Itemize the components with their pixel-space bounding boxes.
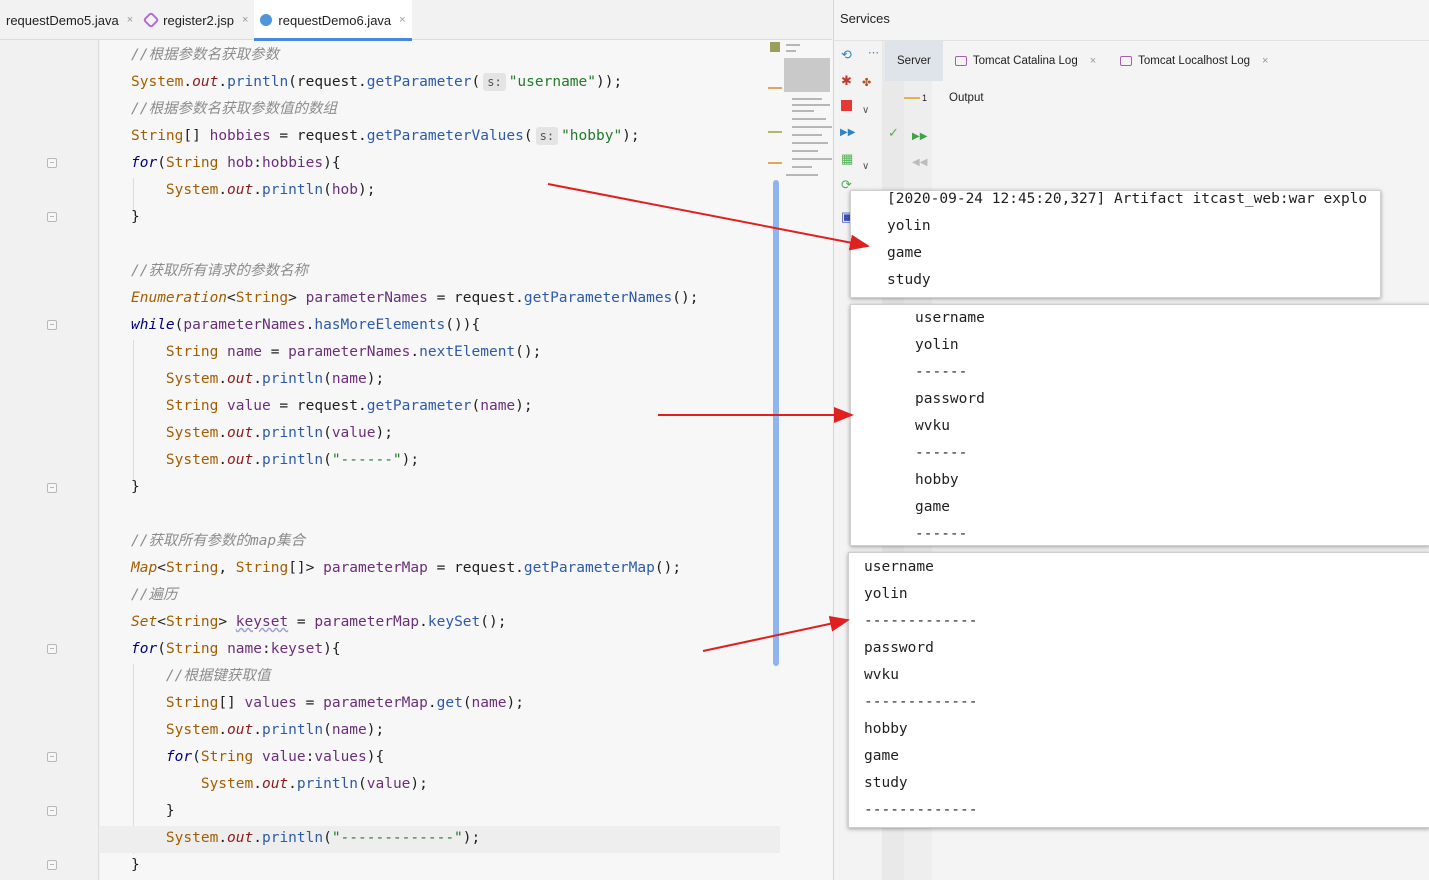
editor-scrollbar[interactable] <box>773 180 779 666</box>
console-line: game <box>915 499 950 515</box>
comment: //获取所有请求的参数名称 <box>131 263 308 279</box>
console-log-icon <box>1120 56 1133 66</box>
fold-icon[interactable] <box>47 860 57 870</box>
console-line: yolin <box>887 218 931 234</box>
output-count: 1 <box>922 93 928 103</box>
console-output-panel[interactable]: username yolin ------------- password wvku --… <box>848 552 1429 828</box>
console-line: wvku <box>915 418 950 434</box>
close-icon[interactable]: × <box>1090 55 1096 67</box>
console-output-panel[interactable]: [2020-09-24 12:45:20,327] Artifact itcas… <box>850 190 1381 298</box>
console-line: hobby <box>864 721 908 737</box>
console-line: game <box>887 245 922 261</box>
console-line: password <box>864 640 934 656</box>
console-output-panel[interactable]: username yolin ------ password wvku ------ hob… <box>850 304 1429 546</box>
comment: //遍历 <box>131 587 178 603</box>
editor-tabbar: requestDemo5.java × register2.jsp × requ… <box>0 0 832 41</box>
error-stripe-mark[interactable] <box>768 131 782 133</box>
tab-label: requestDemo6.java <box>278 12 392 28</box>
comment: //获取所有参数的 <box>131 533 250 549</box>
console-line: ------ <box>915 445 968 461</box>
code-minimap[interactable] <box>784 42 832 182</box>
fold-icon[interactable] <box>47 212 57 222</box>
code-editor: requestDemo5.java × register2.jsp × requ… <box>0 0 832 880</box>
group-icon[interactable]: ▦ <box>841 152 853 166</box>
java-class-icon <box>260 14 273 26</box>
console-line: ------ <box>915 526 968 542</box>
indent-guide <box>98 40 99 880</box>
output-marker <box>904 97 920 99</box>
inspection-marker[interactable] <box>770 42 780 52</box>
step-back-icon[interactable]: ◀◀ <box>912 156 927 170</box>
string-literal: "-------------" <box>331 830 463 846</box>
fold-icon[interactable] <box>47 806 57 816</box>
error-stripe-mark[interactable] <box>768 87 782 89</box>
tab-label: Tomcat Catalina Log <box>972 55 1078 67</box>
fold-icon[interactable] <box>47 158 57 168</box>
services-title: Services <box>840 11 890 26</box>
string-literal: "------" <box>331 452 402 468</box>
refresh-icon[interactable]: ⟲ <box>841 48 852 62</box>
tab-label: Server <box>897 55 931 67</box>
comment: //根据键获取值 <box>165 668 271 684</box>
comment: 集合 <box>276 533 306 549</box>
console-log-icon <box>954 56 967 66</box>
tab-register2[interactable]: register2.jsp × <box>139 0 254 40</box>
console-line: [2020-09-24 12:45:20,327] Artifact itcas… <box>887 191 1368 207</box>
console-line: yolin <box>915 337 959 353</box>
param-hint: s: <box>535 127 559 145</box>
param-hint: s: <box>483 73 506 91</box>
tab-server[interactable]: Server <box>885 41 943 81</box>
console-line: ------ <box>915 364 968 380</box>
comment: map <box>249 533 277 549</box>
jsp-file-icon <box>142 11 160 29</box>
debug-icon[interactable]: ✱ <box>841 74 852 88</box>
ide-window: requestDemo5.java × register2.jsp × requ… <box>0 0 1429 880</box>
console-line: ------------- <box>864 802 978 818</box>
close-icon[interactable]: × <box>127 14 133 26</box>
close-icon[interactable]: × <box>399 14 405 26</box>
console-line: game <box>864 748 899 764</box>
string-literal: "hobby" <box>561 128 623 144</box>
fold-icon[interactable] <box>47 320 57 330</box>
console-line: yolin <box>864 586 908 602</box>
output-label: Output <box>949 92 984 104</box>
console-line: username <box>915 310 985 326</box>
string-literal: "username" <box>508 74 597 90</box>
console-line: hobby <box>915 472 959 488</box>
services-tab-strip: Server Tomcat Catalina Log × Tomcat Loca… <box>885 41 1280 81</box>
tab-requestdemo6[interactable]: requestDemo6.java × <box>254 0 412 41</box>
console-line: study <box>887 272 931 288</box>
chevron-down-icon[interactable]: ∨ <box>862 160 869 174</box>
console-line: ------------- <box>864 613 978 629</box>
console-line: study <box>864 775 908 791</box>
tab-tomcat-catalina-log[interactable]: Tomcat Catalina Log × <box>943 41 1108 81</box>
rerun-icon[interactable]: ▶▶ <box>912 130 927 144</box>
line-gutter <box>0 40 100 880</box>
comment: //根据参数名获取参数 <box>131 47 279 63</box>
check-icon: ✓ <box>888 125 899 140</box>
fold-icon[interactable] <box>47 483 57 493</box>
tab-label: Tomcat Localhost Log <box>1138 55 1251 67</box>
error-stripe-mark[interactable] <box>768 162 782 164</box>
close-icon[interactable]: × <box>242 14 248 26</box>
tab-tomcat-localhost-log[interactable]: Tomcat Localhost Log × <box>1108 41 1280 81</box>
tab-requestdemo5[interactable]: requestDemo5.java × <box>0 0 139 40</box>
chevron-down-icon[interactable]: ∨ <box>862 104 869 118</box>
fold-icon[interactable] <box>47 752 57 762</box>
console-line: ------------- <box>864 694 978 710</box>
comment: //根据参数名获取参数值的数组 <box>131 101 337 117</box>
close-icon[interactable]: × <box>1262 55 1268 67</box>
tab-label: requestDemo5.java <box>6 12 119 28</box>
console-line: username <box>864 559 934 575</box>
fold-icon[interactable] <box>47 644 57 654</box>
stop-icon[interactable] <box>841 100 852 111</box>
console-line: wvku <box>864 667 899 683</box>
output-header: 1 Output <box>904 92 984 104</box>
console-line: password <box>915 391 985 407</box>
deploy-icon[interactable]: ▶▶ <box>840 126 855 140</box>
tomcat-icon: ✤ <box>862 77 872 89</box>
tab-label: register2.jsp <box>163 12 234 28</box>
more-icon[interactable]: ⋯ <box>868 46 879 60</box>
